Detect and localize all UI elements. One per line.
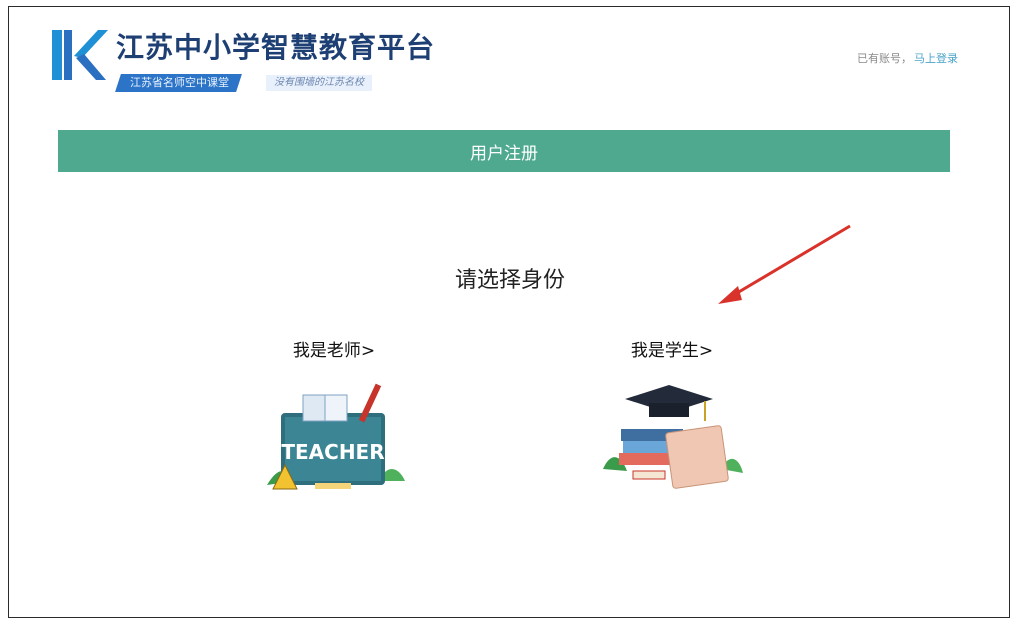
platform-logo-icon[interactable] [48, 24, 108, 84]
pointer-arrow-icon [718, 224, 851, 304]
student-option-label[interactable]: 我是学生> [572, 336, 772, 361]
login-link[interactable]: 马上登录 [914, 52, 958, 65]
student-illustration-icon[interactable] [597, 377, 747, 497]
teacher-option[interactable]: 我是老师> TEACHER [234, 336, 434, 497]
login-prompt: 已有账号， 马上登录 [857, 50, 958, 66]
site-title: 江苏中小学智慧教育平台 [116, 31, 436, 64]
register-banner: 用户注册 [58, 130, 950, 172]
login-prefix: 已有账号， [857, 52, 912, 65]
teacher-illustration-icon[interactable]: TEACHER [259, 377, 409, 497]
tagline-secondary: 没有围墙的江苏名校 [266, 75, 372, 91]
tagline-primary: 江苏省名师空中课堂 [115, 74, 242, 92]
select-identity-heading: 请选择身份 [454, 268, 565, 293]
teacher-option-label[interactable]: 我是老师> [234, 336, 434, 361]
teacher-illustration-text: TEACHER [281, 440, 384, 464]
student-option[interactable]: 我是学生> [572, 336, 772, 497]
site-header: 江苏中小学智慧教育平台 江苏省名师空中课堂 没有围墙的江苏名校 已有账号， 马上登… [48, 20, 968, 100]
